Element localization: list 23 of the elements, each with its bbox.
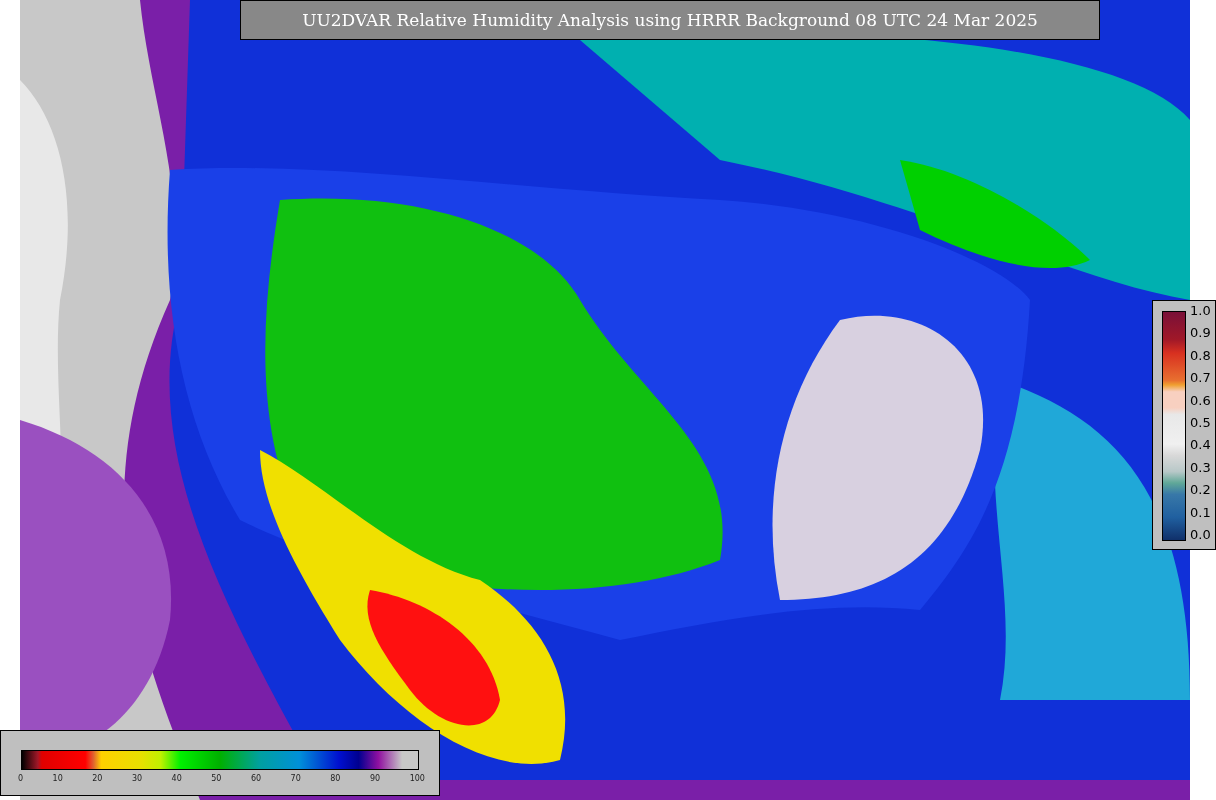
colorbar-tick-label: 0.1 [1190, 504, 1211, 521]
colorbar-tick-label: 70 [290, 774, 301, 783]
colorbar-tick-label: 30 [131, 774, 143, 783]
colorbar-tick-label: 0.7 [1190, 370, 1211, 387]
colorbar-tick-label: 0.8 [1190, 347, 1211, 364]
colorbar-tick-label: 50 [211, 774, 222, 783]
colorbar-tick-label: 80 [330, 774, 341, 783]
colorbar-tick-label: 0.3 [1190, 459, 1211, 476]
colorbar-tick-label: 40 [171, 774, 182, 783]
colorbar-tick-label: 0.0 [1190, 526, 1211, 543]
colorbar-tick-label: 0.6 [1190, 392, 1211, 409]
map-title: UU2DVAR Relative Humidity Analysis using HRRR Background 08 UTC 24 Mar 2025 [240, 0, 1100, 40]
colorbar-tick-label: 60 [250, 774, 262, 783]
colorbar-tick-label: 0.2 [1190, 482, 1211, 499]
colorbar-tick-label: 90 [369, 774, 381, 783]
colorbar-tick-label: 0.5 [1190, 414, 1211, 431]
colorbar-tick-label: 1.0 [1190, 303, 1211, 319]
colorbar-tick-label: 0.4 [1190, 437, 1211, 454]
colorbar-tick-label: 0.9 [1190, 325, 1211, 342]
colorbar-tick-label: 100 [409, 774, 425, 783]
colorbar-tick-label: 20 [92, 774, 103, 783]
colorbar-tick-label: 10 [52, 774, 63, 783]
colorbar-tick-label: 0 [18, 774, 24, 783]
